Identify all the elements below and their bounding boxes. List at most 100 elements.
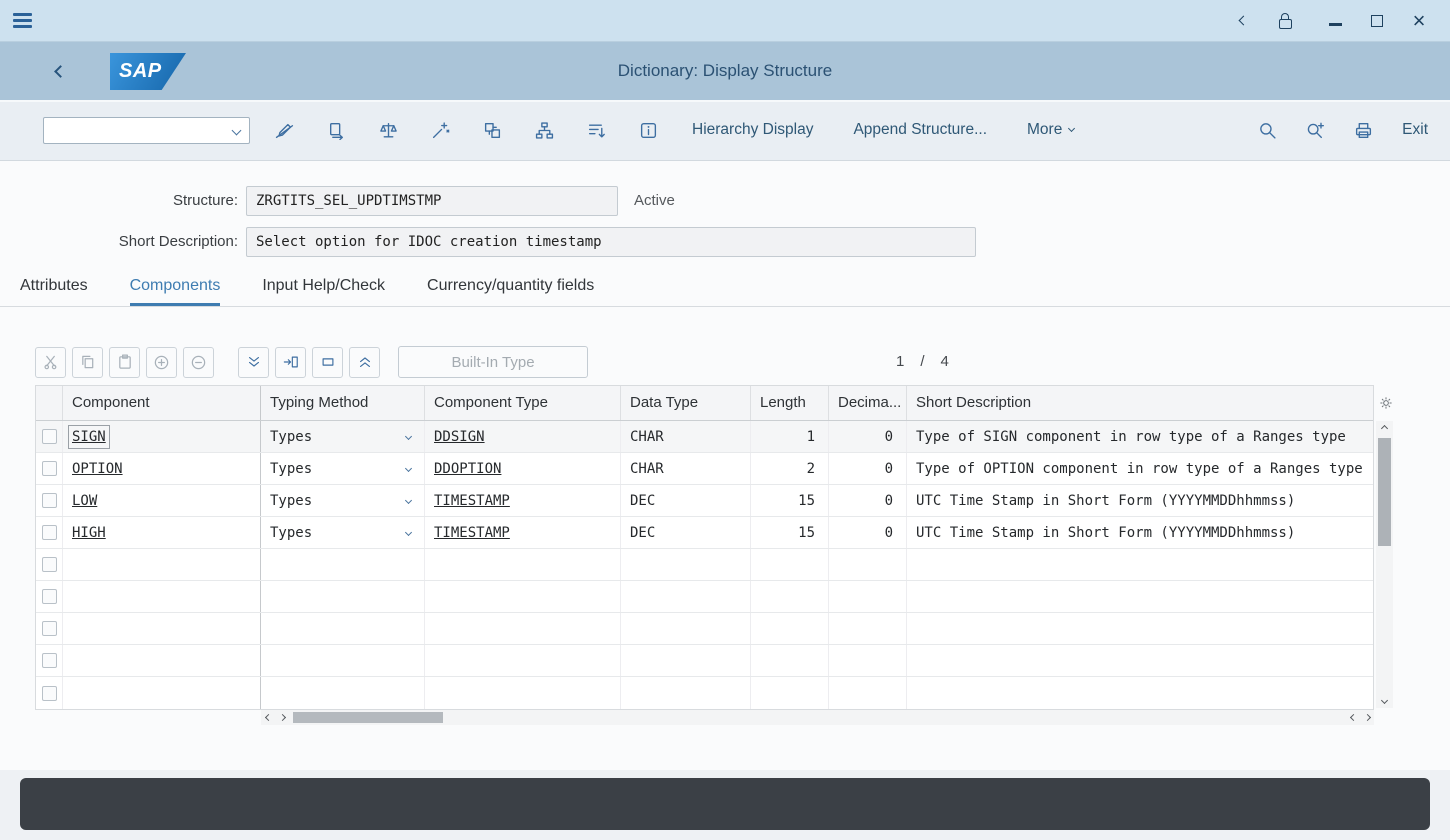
typing-method-select[interactable]: Types — [261, 453, 425, 484]
component-link[interactable]: OPTION — [72, 461, 123, 477]
search-icon[interactable] — [1258, 121, 1277, 140]
refresh-icon[interactable] — [327, 121, 346, 140]
tab-strip: Attributes Components Input Help/Check C… — [0, 268, 1450, 307]
delete-row-icon[interactable] — [183, 347, 214, 378]
typing-method-value: Types — [270, 429, 312, 445]
cut-icon[interactable] — [35, 347, 66, 378]
print-icon[interactable] — [1354, 121, 1373, 140]
typing-method-value: Types — [270, 525, 312, 541]
table-row-empty[interactable] — [36, 581, 1373, 613]
check-consistency-icon[interactable] — [379, 121, 398, 140]
data-type-cell: CHAR — [621, 421, 751, 452]
scroll-right-icon[interactable] — [275, 710, 289, 725]
copy-icon[interactable] — [72, 347, 103, 378]
maximize-icon[interactable] — [1364, 8, 1390, 34]
scroll-down-icon[interactable] — [1376, 693, 1393, 708]
component-type-link[interactable]: DDSIGN — [434, 429, 485, 445]
column-header-decimals[interactable]: Decima... — [829, 386, 907, 420]
more-menu-button[interactable]: More — [1027, 121, 1074, 139]
scroll-left-icon[interactable] — [261, 710, 275, 725]
row-checkbox[interactable] — [42, 493, 57, 508]
back-button[interactable] — [56, 63, 65, 81]
table-row-empty[interactable] — [36, 677, 1373, 709]
scroll-left-end-icon[interactable] — [1346, 710, 1360, 725]
horizontal-scrollbar[interactable] — [261, 710, 1374, 725]
row-checkbox[interactable] — [42, 557, 57, 572]
row-checkbox[interactable] — [42, 461, 57, 476]
sort-hierarchy-icon[interactable] — [587, 121, 606, 140]
row-checkbox[interactable] — [42, 653, 57, 668]
column-header-short-description[interactable]: Short Description — [907, 386, 1373, 420]
row-checkbox[interactable] — [42, 525, 57, 540]
component-type-link[interactable]: TIMESTAMP — [434, 525, 510, 541]
typing-method-select[interactable]: Types — [261, 421, 425, 452]
command-field[interactable] — [43, 117, 250, 144]
tab-components[interactable]: Components — [130, 268, 221, 306]
vertical-scrollbar[interactable] — [1376, 421, 1393, 708]
close-icon[interactable]: × — [1406, 8, 1432, 34]
chevron-down-icon — [1068, 125, 1075, 132]
row-checkbox[interactable] — [42, 686, 57, 701]
table-row[interactable]: SIGN Types DDSIGN CHAR 1 0 Type of SIGN … — [36, 421, 1373, 453]
back-icon[interactable] — [1230, 8, 1256, 34]
pagination-current[interactable]: 1 — [896, 353, 904, 370]
tab-attributes[interactable]: Attributes — [20, 268, 88, 306]
vertical-scrollbar-thumb[interactable] — [1378, 438, 1391, 546]
where-used-icon[interactable] — [483, 121, 502, 140]
component-link[interactable]: SIGN — [72, 429, 106, 445]
row-checkbox[interactable] — [42, 621, 57, 636]
append-structure-button[interactable]: Append Structure... — [853, 121, 987, 139]
toolbar-icons — [275, 121, 658, 140]
horizontal-scrollbar-thumb[interactable] — [293, 712, 443, 723]
lock-icon[interactable] — [1272, 8, 1298, 34]
component-type-link[interactable]: DDOPTION — [434, 461, 501, 477]
column-header-data-type[interactable]: Data Type — [621, 386, 751, 420]
exit-button[interactable]: Exit — [1402, 121, 1428, 139]
scroll-right-end-icon[interactable] — [1360, 710, 1374, 725]
short-description-field[interactable]: Select option for IDOC creation timestam… — [246, 227, 976, 257]
insert-row-icon[interactable] — [146, 347, 177, 378]
chevron-down-icon — [405, 433, 412, 440]
info-icon[interactable] — [639, 121, 658, 140]
column-header-component-type[interactable]: Component Type — [425, 386, 621, 420]
insert-entry-icon[interactable] — [275, 347, 306, 378]
table-row[interactable]: LOW Types TIMESTAMP DEC 15 0 UTC Time St… — [36, 485, 1373, 517]
activate-icon[interactable] — [431, 121, 450, 140]
structure-field[interactable]: ZRGTITS_SEL_UPDTIMSTMP — [246, 186, 618, 216]
tab-currency-quantity-fields[interactable]: Currency/quantity fields — [427, 268, 594, 306]
command-input[interactable] — [44, 118, 249, 143]
table-row-empty[interactable] — [36, 645, 1373, 677]
table-row[interactable]: HIGH Types TIMESTAMP DEC 15 0 UTC Time S… — [36, 517, 1373, 549]
column-header-component[interactable]: Component — [63, 386, 261, 420]
table-settings-button[interactable] — [1377, 389, 1395, 417]
component-link[interactable]: LOW — [72, 493, 97, 509]
paste-icon[interactable] — [109, 347, 140, 378]
chevron-down-icon — [405, 497, 412, 504]
hamburger-menu-icon[interactable] — [13, 10, 32, 31]
component-link[interactable]: HIGH — [72, 525, 106, 541]
built-in-type-button[interactable]: Built-In Type — [398, 346, 588, 378]
typing-method-select[interactable]: Types — [261, 485, 425, 516]
minimize-icon[interactable] — [1322, 8, 1348, 34]
page-title: Dictionary: Display Structure — [618, 42, 832, 100]
hierarchy-display-button[interactable]: Hierarchy Display — [692, 121, 813, 139]
typing-method-select[interactable]: Types — [261, 517, 425, 548]
tab-input-help-check[interactable]: Input Help/Check — [262, 268, 385, 306]
search-plus-icon[interactable] — [1306, 121, 1325, 140]
scroll-bottom-icon[interactable] — [238, 347, 269, 378]
table-row-empty[interactable] — [36, 613, 1373, 645]
component-type-link[interactable]: TIMESTAMP — [434, 493, 510, 509]
row-checkbox[interactable] — [42, 429, 57, 444]
row-checkbox[interactable] — [42, 589, 57, 604]
scroll-top-icon[interactable] — [349, 347, 380, 378]
table-row[interactable]: OPTION Types DDOPTION CHAR 2 0 Type of O… — [36, 453, 1373, 485]
scroll-up-icon[interactable] — [1376, 421, 1393, 436]
length-cell: 2 — [751, 453, 829, 484]
select-block-icon[interactable] — [312, 347, 343, 378]
short-description-cell: UTC Time Stamp in Short Form (YYYYMMDDhh… — [907, 517, 1373, 548]
display-change-icon[interactable] — [275, 121, 294, 140]
hierarchy-icon[interactable] — [535, 121, 554, 140]
column-header-typing-method[interactable]: Typing Method — [261, 386, 425, 420]
column-header-length[interactable]: Length — [751, 386, 829, 420]
table-row-empty[interactable] — [36, 549, 1373, 581]
